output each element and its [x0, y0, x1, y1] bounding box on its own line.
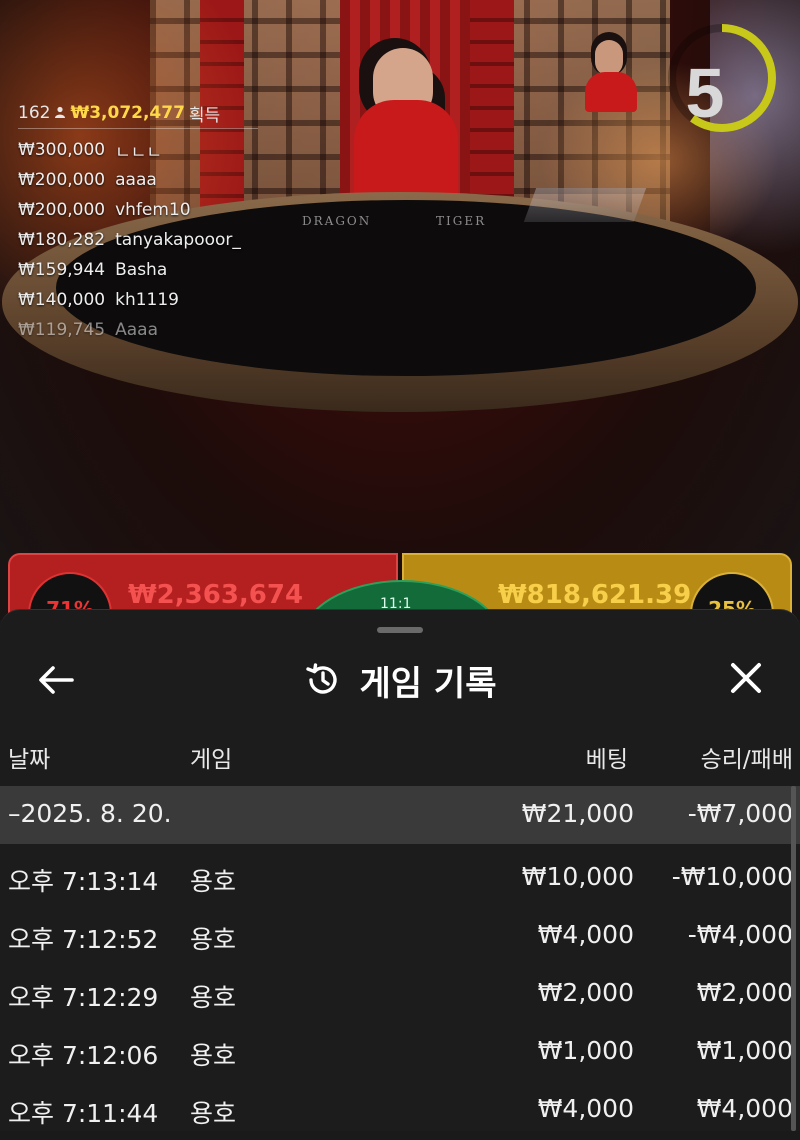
felt-label-tiger: TIGER [436, 214, 487, 228]
winner-amount: ₩200,000 [18, 170, 106, 190]
winner-name: Aaaa [115, 320, 158, 340]
pillar-right [470, 0, 514, 210]
winner-name: Basha [115, 260, 168, 280]
game-history-sheet: 게임 기록 날짜 게임 베팅 승리/패배 –2025. 8. 20. ₩21,0… [0, 609, 800, 1131]
dragon-bet-total: ₩2,363,674 [128, 580, 304, 610]
group-result-total: -₩7,000 [687, 799, 793, 828]
column-header-bet: 베팅 [585, 747, 628, 773]
row-result: ₩2,000 [696, 978, 793, 1007]
history-row[interactable]: 오후 7:12:06 용호 ₩1,000 ₩1,000 [0, 1024, 800, 1082]
close-x-icon [731, 663, 761, 693]
history-row[interactable]: 오후 7:12:29 용호 ₩2,000 ₩2,000 [0, 966, 800, 1024]
winners-total: ₩3,072,477 [70, 103, 185, 123]
row-time: 오후 7:12:06 [8, 1041, 159, 1070]
winners-won-label: 획득 [188, 105, 221, 126]
sheet-title: 게임 기록 [0, 654, 800, 706]
second-dealer-head [595, 40, 623, 76]
sheet-drag-handle[interactable] [377, 627, 423, 633]
felt-label-dragon: DRAGON [302, 214, 372, 228]
winner-row: ₩159,944 Basha [18, 256, 288, 284]
winner-name: aaaa [115, 170, 157, 190]
winner-row: ₩200,000 aaaa [18, 166, 288, 194]
row-game: 용호 [190, 1041, 237, 1070]
winner-name: tanyakapooor_ [115, 230, 241, 250]
card-shoe [523, 188, 647, 222]
tiger-bet-total: ₩818,621.39 [498, 580, 692, 610]
row-game: 용호 [190, 983, 237, 1012]
sheet-title-text: 게임 기록 [359, 663, 497, 704]
countdown-number: 5 [685, 54, 725, 132]
group-date: –2025. 8. 20. [8, 799, 172, 828]
winner-amount: ₩200,000 [18, 200, 106, 220]
history-scrollbar[interactable] [791, 786, 796, 1131]
column-header-result: 승리/패배 [700, 747, 793, 773]
winner-amount: ₩300,000 [18, 140, 106, 160]
row-result: ₩4,000 [696, 1094, 793, 1123]
winner-row: ₩140,000 kh1119 [18, 286, 288, 314]
row-game: 용호 [190, 925, 237, 954]
row-result: -₩4,000 [687, 920, 793, 949]
winners-summary: 162 ₩3,072,477 획득 [18, 98, 258, 129]
winner-row: ₩180,282 tanyakapooor_ [18, 226, 288, 254]
row-time: 오후 7:12:52 [8, 925, 159, 954]
user-icon [54, 106, 66, 121]
column-header-game: 게임 [190, 747, 233, 773]
column-header-date: 날짜 [8, 747, 51, 773]
winner-amount: ₩180,282 [18, 230, 106, 250]
row-game: 용호 [190, 867, 237, 896]
history-row[interactable]: 오후 7:11:44 용호 ₩4,000 ₩4,000 [0, 1082, 800, 1140]
close-button[interactable] [718, 650, 774, 706]
date-group-row[interactable]: –2025. 8. 20. ₩21,000 -₩7,000 [0, 786, 800, 844]
winner-row: ₩119,745 Aaaa [18, 316, 288, 344]
winner-amount: ₩159,944 [18, 260, 106, 280]
row-time: 오후 7:11:44 [8, 1099, 159, 1128]
winner-amount: ₩119,745 [18, 320, 106, 340]
row-time: 오후 7:12:29 [8, 983, 159, 1012]
row-result: -₩10,000 [671, 862, 793, 891]
row-result: ₩1,000 [696, 1036, 793, 1065]
winner-name: kh1119 [115, 290, 179, 310]
history-clock-icon [305, 663, 337, 694]
row-game: 용호 [190, 1099, 237, 1128]
winner-amount: ₩140,000 [18, 290, 106, 310]
row-time: 오후 7:13:14 [8, 867, 159, 896]
winners-count: 162 [18, 103, 51, 123]
winner-row: ₩200,000 vhfem10 [18, 196, 288, 224]
history-row[interactable]: 오후 7:12:52 용호 ₩4,000 -₩4,000 [0, 908, 800, 966]
history-row[interactable]: 오후 7:13:14 용호 ₩10,000 -₩10,000 [0, 850, 800, 908]
winner-name: ㄴㄴㄴ [115, 142, 163, 163]
second-dealer [585, 72, 637, 112]
winner-name: vhfem10 [115, 200, 191, 220]
winner-row: ₩300,000 ㄴㄴㄴ [18, 136, 288, 164]
